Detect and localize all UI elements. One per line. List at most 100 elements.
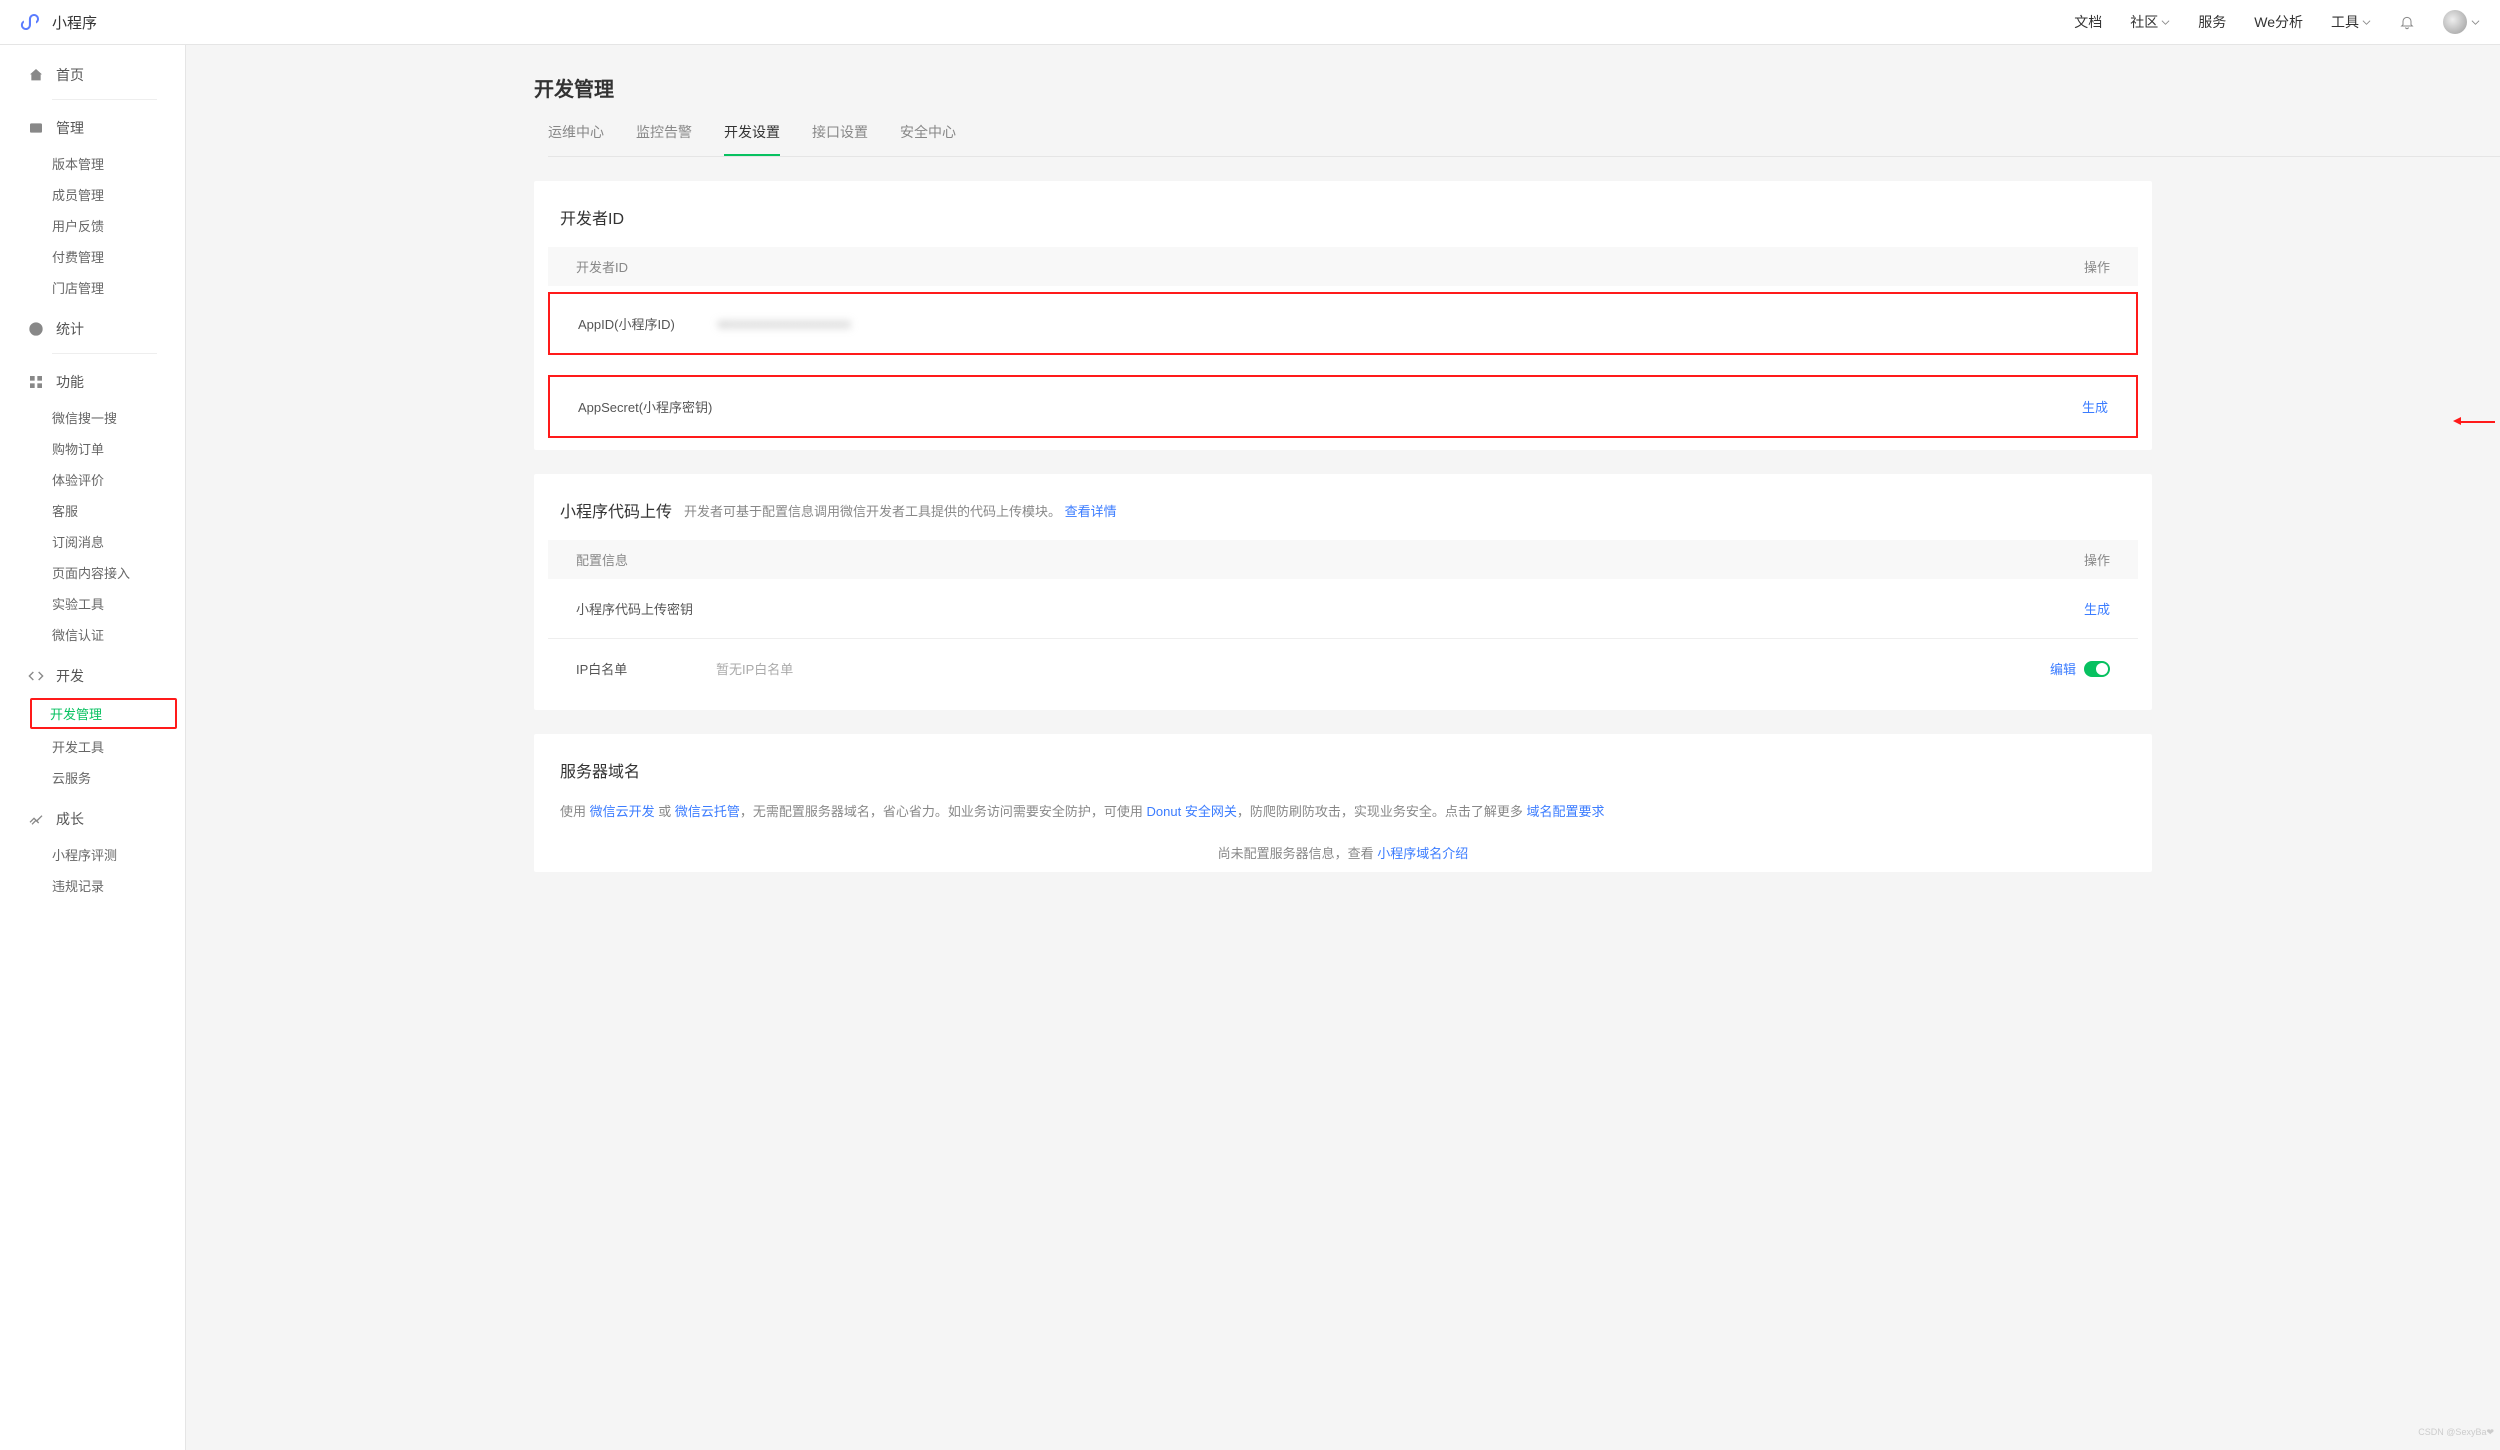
devid-col-left: 开发者ID <box>576 257 2050 276</box>
sidebar-item-feedback[interactable]: 用户反馈 <box>0 210 185 241</box>
sidebar-item-cloud[interactable]: 云服务 <box>0 762 185 793</box>
page-title: 开发管理 <box>534 45 2500 102</box>
card-server-domain: 服务器域名 使用 微信云开发 或 微信云托管，无需配置服务器域名，省心省力。如业… <box>534 734 2152 872</box>
sidebar-item-violation[interactable]: 违规记录 <box>0 870 185 901</box>
home-icon <box>28 67 44 83</box>
whitelist-edit-link[interactable]: 编辑 <box>2050 659 2076 678</box>
top-nav: 文档 社区 服务 We分析 工具 <box>2074 10 2480 34</box>
tab-dev-settings[interactable]: 开发设置 <box>724 122 780 156</box>
card-code-subtitle: 开发者可基于配置信息调用微信开发者工具提供的代码上传模块。 查看详情 <box>684 501 1117 520</box>
sidebar: 首页 管理 版本管理 成员管理 用户反馈 付费管理 门店管理 统计 <box>0 45 186 1450</box>
sidebar-function-label: 功能 <box>56 372 84 392</box>
code-col-left: 配置信息 <box>576 550 2050 569</box>
nav-tools[interactable]: 工具 <box>2331 12 2371 32</box>
sidebar-item-evaluate[interactable]: 小程序评测 <box>0 839 185 870</box>
appsecret-label: AppSecret(小程序密钥) <box>578 397 712 416</box>
server-bottom-text: 尚未配置服务器信息，查看 小程序域名介绍 <box>534 839 2152 866</box>
main-content: 开发管理 运维中心 监控告警 开发设置 接口设置 安全中心 开发者ID 开发者I… <box>186 45 2500 1450</box>
card-code-upload: 小程序代码上传 开发者可基于配置信息调用微信开发者工具提供的代码上传模块。 查看… <box>534 474 2152 710</box>
sidebar-item-dev-manage[interactable]: 开发管理 <box>50 707 102 722</box>
sidebar-item-store[interactable]: 门店管理 <box>0 272 185 303</box>
sidebar-growth-label: 成长 <box>56 809 84 829</box>
devid-col-right: 操作 <box>2050 257 2110 276</box>
server-desc: 使用 微信云开发 或 微信云托管，无需配置服务器域名，省心省力。如业务访问需要安… <box>534 800 2152 839</box>
appsecret-generate-link[interactable]: 生成 <box>2082 397 2108 416</box>
link-donut[interactable]: Donut 安全网关 <box>1147 804 1237 819</box>
whitelist-toggle[interactable] <box>2084 661 2110 677</box>
code-col-right: 操作 <box>2050 550 2110 569</box>
sidebar-item-orders[interactable]: 购物订单 <box>0 433 185 464</box>
card-developer-id: 开发者ID 开发者ID 操作 AppID(小程序ID) wxxxxxxxxxxx… <box>534 181 2152 450</box>
sidebar-develop[interactable]: 开发 <box>0 656 185 696</box>
nav-weanalyze[interactable]: We分析 <box>2254 12 2303 32</box>
sidebar-stats[interactable]: 统计 <box>0 309 185 349</box>
view-detail-link[interactable]: 查看详情 <box>1065 504 1117 519</box>
card-code-title: 小程序代码上传 开发者可基于配置信息调用微信开发者工具提供的代码上传模块。 查看… <box>534 498 2152 540</box>
sidebar-item-content[interactable]: 页面内容接入 <box>0 557 185 588</box>
annotation-arrow-head <box>2453 417 2461 425</box>
sidebar-home-label: 首页 <box>56 65 84 85</box>
link-cloud-host[interactable]: 微信云托管 <box>675 804 740 819</box>
code-table-header: 配置信息 操作 <box>548 540 2138 579</box>
tabs: 运维中心 监控告警 开发设置 接口设置 安全中心 <box>548 102 2500 157</box>
sidebar-item-payment[interactable]: 付费管理 <box>0 241 185 272</box>
watermark: CSDN @SexyBa❤ <box>2418 1427 2494 1438</box>
logo-area[interactable]: 小程序 <box>20 10 97 34</box>
nav-community[interactable]: 社区 <box>2130 12 2170 32</box>
nav-docs[interactable]: 文档 <box>2074 12 2102 32</box>
annotation-box-appid: AppID(小程序ID) wxxxxxxxxxxxxxxxxxxx <box>548 292 2138 355</box>
whitelist-value: 暂无IP白名单 <box>716 659 2050 678</box>
function-icon <box>28 374 44 390</box>
chevron-down-icon <box>2362 18 2371 27</box>
devid-table-header: 开发者ID 操作 <box>548 247 2138 286</box>
sidebar-item-version[interactable]: 版本管理 <box>0 148 185 179</box>
chevron-down-icon <box>2471 18 2480 27</box>
row-appid: AppID(小程序ID) wxxxxxxxxxxxxxxxxxxx <box>550 294 2136 353</box>
appid-value: wxxxxxxxxxxxxxxxxxxx <box>718 316 2108 331</box>
upload-key-generate-link[interactable]: 生成 <box>2084 599 2110 618</box>
top-bar: 小程序 文档 社区 服务 We分析 工具 <box>0 0 2500 45</box>
sidebar-growth[interactable]: 成长 <box>0 799 185 839</box>
annotation-arrow <box>2461 421 2495 423</box>
bell-icon[interactable] <box>2399 14 2415 30</box>
miniprogram-logo-icon <box>20 10 44 34</box>
sidebar-item-members[interactable]: 成员管理 <box>0 179 185 210</box>
sidebar-item-support[interactable]: 客服 <box>0 495 185 526</box>
tab-ops[interactable]: 运维中心 <box>548 122 604 156</box>
sidebar-item-search[interactable]: 微信搜一搜 <box>0 402 185 433</box>
row-upload-key: 小程序代码上传密钥 生成 <box>548 579 2138 638</box>
user-menu[interactable] <box>2443 10 2480 34</box>
link-cloud-dev[interactable]: 微信云开发 <box>590 804 655 819</box>
annotation-box-sidebar: 开发管理 <box>30 698 177 729</box>
appid-label: AppID(小程序ID) <box>578 314 718 333</box>
code-icon <box>28 668 44 684</box>
link-domain-intro[interactable]: 小程序域名介绍 <box>1377 846 1468 861</box>
sidebar-manage[interactable]: 管理 <box>0 108 185 148</box>
nav-service[interactable]: 服务 <box>2198 12 2226 32</box>
tab-monitor[interactable]: 监控告警 <box>636 122 692 156</box>
tab-security[interactable]: 安全中心 <box>900 122 956 156</box>
sidebar-item-verify[interactable]: 微信认证 <box>0 619 185 650</box>
stats-icon <box>28 321 44 337</box>
logo-text: 小程序 <box>52 12 97 33</box>
sidebar-stats-label: 统计 <box>56 319 84 339</box>
sidebar-item-subscribe[interactable]: 订阅消息 <box>0 526 185 557</box>
upload-key-label: 小程序代码上传密钥 <box>576 599 693 618</box>
link-domain-req[interactable]: 域名配置要求 <box>1526 804 1604 819</box>
row-ip-whitelist: IP白名单 暂无IP白名单 编辑 <box>548 639 2138 698</box>
annotation-box-appsecret: AppSecret(小程序密钥) 生成 <box>548 375 2138 438</box>
row-appsecret: AppSecret(小程序密钥) 生成 <box>550 377 2136 436</box>
sidebar-item-review[interactable]: 体验评价 <box>0 464 185 495</box>
sidebar-item-dev-tools[interactable]: 开发工具 <box>0 731 185 762</box>
sidebar-function[interactable]: 功能 <box>0 362 185 402</box>
growth-icon <box>28 811 44 827</box>
avatar <box>2443 10 2467 34</box>
chevron-down-icon <box>2161 18 2170 27</box>
whitelist-label: IP白名单 <box>576 659 716 678</box>
sidebar-manage-label: 管理 <box>56 118 84 138</box>
manage-icon <box>28 120 44 136</box>
card-server-title: 服务器域名 <box>534 758 2152 800</box>
sidebar-item-experiment[interactable]: 实验工具 <box>0 588 185 619</box>
sidebar-home[interactable]: 首页 <box>0 55 185 95</box>
tab-api[interactable]: 接口设置 <box>812 122 868 156</box>
